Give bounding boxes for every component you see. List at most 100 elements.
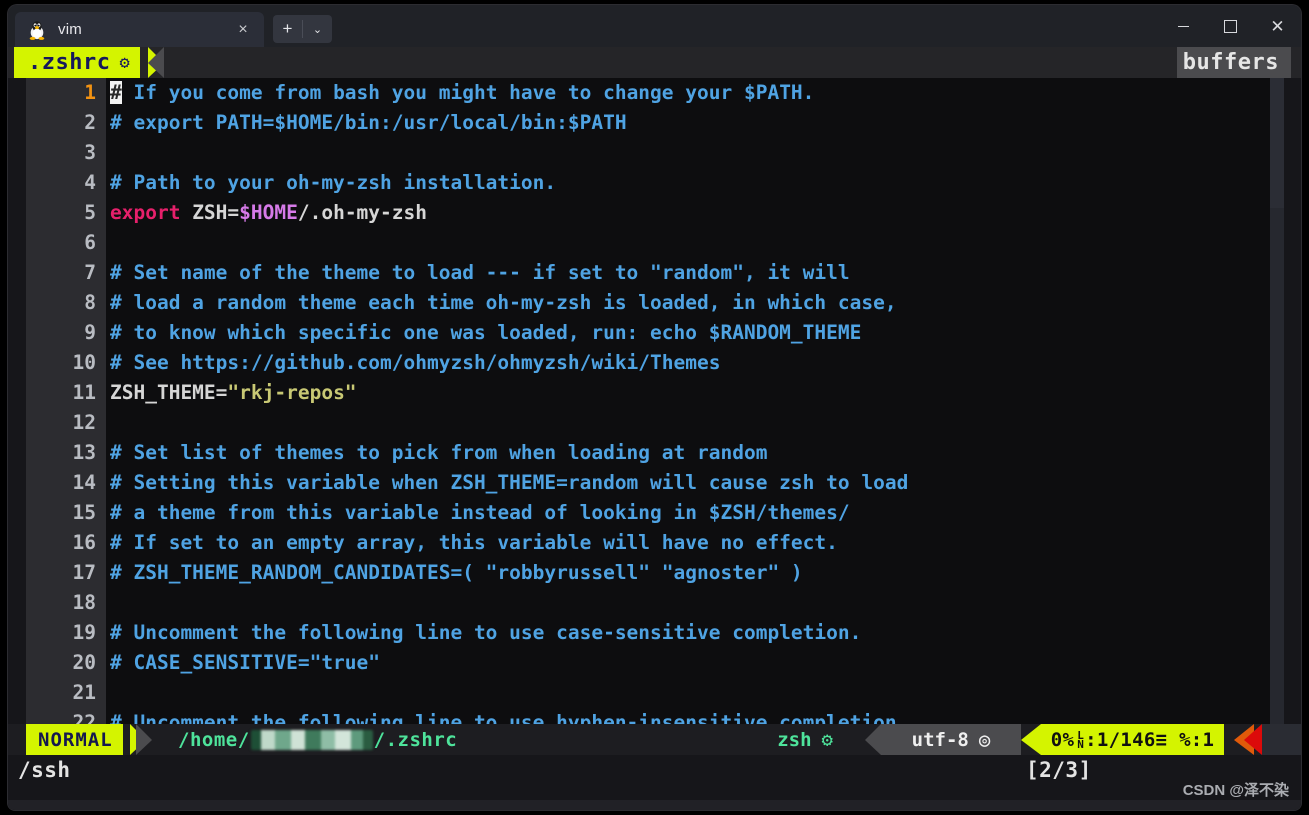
code-token: $HOME <box>239 201 298 224</box>
code-line: 12 <box>8 408 1301 438</box>
code-token: # Path to your oh-my-zsh installation. <box>110 171 557 194</box>
code-token: export <box>110 201 181 224</box>
code-text: # load a random theme each time oh-my-zs… <box>106 288 1301 318</box>
code-token: # export PATH=$HOME/bin:/usr/local/bin:$… <box>110 111 627 134</box>
code-token: # Set name of the theme to load --- if s… <box>110 261 850 284</box>
code-text: # to know which specific one was loaded,… <box>106 318 1301 348</box>
code-line: 18 <box>8 588 1301 618</box>
status-mode: NORMAL <box>26 724 123 755</box>
line-number: 1 <box>84 81 96 104</box>
line-number: 20 <box>72 651 96 674</box>
code-line: 6 <box>8 228 1301 258</box>
status-filetype-label: zsh <box>777 728 812 751</box>
code-line: 22 # Uncomment the following line to use … <box>8 708 1301 724</box>
code-line: 21 <box>8 678 1301 708</box>
code-line: 11 ZSH_THEME="rkj-repos" <box>8 378 1301 408</box>
line-number: 16 <box>72 531 96 554</box>
list-icon: ≡ <box>1155 728 1168 751</box>
code-lines: 1 # If you come from bash you might have … <box>8 78 1301 724</box>
buffers-label[interactable]: buffers <box>1176 47 1291 78</box>
status-filetype: zsh ⚙ <box>777 724 833 755</box>
code-token: If you come from bash you might have to … <box>121 81 815 104</box>
code-line: 19 # Uncomment the following line to use … <box>8 618 1301 648</box>
line-number: 5 <box>84 201 96 224</box>
code-text: # Uncomment the following line to use ca… <box>106 618 1301 648</box>
line-number: 6 <box>84 231 96 254</box>
line-number: 3 <box>84 141 96 164</box>
code-token: # load a random theme each time oh-my-zs… <box>110 291 897 314</box>
status-encoding-label: utf-8 <box>911 728 969 751</box>
status-percent: 0% <box>1050 728 1075 751</box>
code-line: 16 # If set to an empty array, this varia… <box>8 528 1301 558</box>
code-token: # Uncomment the following line to use ca… <box>110 621 862 644</box>
gear-icon: ⚙ <box>119 52 131 73</box>
vim-editor-area[interactable]: 1 # If you come from bash you might have … <box>8 78 1301 724</box>
status-separator <box>136 724 152 755</box>
code-line: 2 # export PATH=$HOME/bin:/usr/local/bin:… <box>8 108 1301 138</box>
code-text: # ZSH_THEME_RANDOM_CANDIDATES=( "robbyru… <box>106 558 1301 588</box>
status-path-prefix: /home/ <box>178 728 250 751</box>
code-text: # export PATH=$HOME/bin:/usr/local/bin:$… <box>106 108 1301 138</box>
line-number: 22 <box>72 711 96 724</box>
status-end-background <box>1262 724 1301 755</box>
code-line: 5 export ZSH=$HOME/.oh-my-zsh <box>8 198 1301 228</box>
line-number: 11 <box>72 381 96 404</box>
terminal-content: .zshrc ⚙ buffers 1 # If you come from bas… <box>8 47 1301 810</box>
chevron-down-icon[interactable]: ⌄ <box>303 15 332 43</box>
command-text: /ssh <box>18 758 71 782</box>
window-controls: ✕ <box>1160 5 1301 47</box>
code-token: # to know which specific one was loaded,… <box>110 321 862 344</box>
search-match-count: [2/3] <box>1026 758 1092 782</box>
watermark: CSDN @泽不染 <box>1182 782 1289 799</box>
code-token: # See https://github.com/ohmyzsh/ohmyzsh… <box>110 351 721 374</box>
line-number: 21 <box>72 681 96 704</box>
code-text: # a theme from this variable instead of … <box>106 498 1301 528</box>
editor-scrollbar-thumb[interactable] <box>1270 78 1284 208</box>
code-text: # Uncomment the following line to use hy… <box>106 708 1301 724</box>
code-token: # If set to an empty array, this variabl… <box>110 531 838 554</box>
editor-right-padding <box>1284 78 1301 724</box>
tab-actions-group: + ⌄ <box>273 15 332 43</box>
line-number: 10 <box>72 351 96 374</box>
status-line-info: :1/146 <box>1085 728 1156 751</box>
maximize-button[interactable] <box>1207 5 1254 47</box>
code-line: 3 <box>8 138 1301 168</box>
line-number: 15 <box>72 501 96 524</box>
close-icon[interactable]: × <box>232 19 254 41</box>
gear-icon: ⚙ <box>821 728 833 751</box>
code-text: export ZSH=$HOME/.oh-my-zsh <box>106 198 1301 228</box>
status-encoding-arrow <box>865 724 881 755</box>
code-token: ZSH_THEME= <box>110 381 228 404</box>
code-line: 17 # ZSH_THEME_RANDOM_CANDIDATES=( "robby… <box>8 558 1301 588</box>
line-number: 19 <box>72 621 96 644</box>
line-number: 9 <box>84 321 96 344</box>
terminal-tab-vim[interactable]: vim × <box>15 12 264 47</box>
code-token: # Setting this variable when ZSH_THEME=r… <box>110 471 909 494</box>
code-text: # If you come from bash you might have t… <box>106 78 1301 108</box>
new-tab-button[interactable]: + <box>273 15 302 43</box>
buffer-tab-label: .zshrc <box>28 50 111 75</box>
window-bottom-strip <box>8 800 1301 810</box>
status-end-cap-red <box>1244 724 1262 755</box>
window-close-button[interactable]: ✕ <box>1254 5 1301 47</box>
code-line: 10 # See https://github.com/ohmyzsh/ohmyz… <box>8 348 1301 378</box>
target-icon: ◎ <box>978 728 991 751</box>
close-icon: ✕ <box>1270 16 1285 36</box>
vim-bufferline: .zshrc ⚙ buffers <box>8 47 1301 78</box>
text-cursor: # <box>110 81 122 104</box>
linux-penguin-icon <box>28 20 46 40</box>
code-text: # See https://github.com/ohmyzsh/ohmyzsh… <box>106 348 1301 378</box>
line-number-icon: LN <box>1077 728 1085 751</box>
vim-command-line[interactable]: /ssh [2/3] CSDN @泽不染 <box>8 755 1301 810</box>
code-text: # Setting this variable when ZSH_THEME=r… <box>106 468 1301 498</box>
vim-statusline: NORMAL /home/ /.zshrc zsh ⚙ utf-8 ◎ 0% LN… <box>8 724 1301 755</box>
code-line: 4 # Path to your oh-my-zsh installation. <box>8 168 1301 198</box>
line-number: 7 <box>84 261 96 284</box>
line-number: 4 <box>84 171 96 194</box>
line-number: 2 <box>84 111 96 134</box>
line-number: 13 <box>72 441 96 464</box>
status-encoding: utf-8 ◎ <box>881 724 1021 755</box>
buffer-tab-zshrc[interactable]: .zshrc ⚙ <box>14 47 141 78</box>
code-text: ZSH_THEME="rkj-repos" <box>106 378 1301 408</box>
minimize-button[interactable] <box>1160 5 1207 47</box>
